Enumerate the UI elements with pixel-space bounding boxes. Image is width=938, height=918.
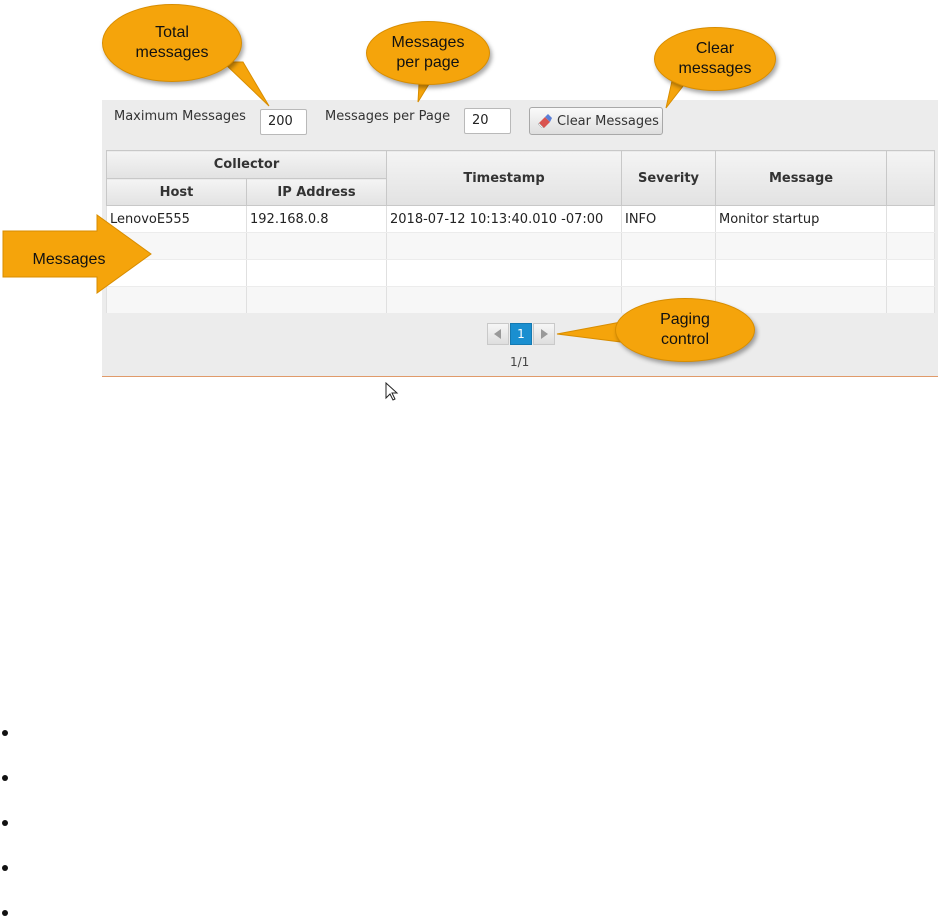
severity-cell <box>621 259 716 287</box>
messages-table: Collector Timestamp Severity Message Hos… <box>106 150 935 314</box>
page-number-button[interactable]: 1 <box>510 323 532 345</box>
page-info: 1/1 <box>510 355 530 369</box>
timestamp-cell <box>386 286 622 314</box>
clear-messages-button[interactable]: Clear Messages <box>529 107 663 135</box>
per-page-input[interactable]: 20 <box>464 108 511 134</box>
table-row[interactable] <box>106 286 935 314</box>
per-page-label: Messages per Page <box>325 109 451 124</box>
max-messages-label: Maximum Messages <box>114 109 246 124</box>
callout-total-messages: Total messages <box>102 4 242 82</box>
triangle-right-icon <box>541 329 548 339</box>
callout-messages-per-page: Messages per page <box>366 21 490 85</box>
message-cell <box>715 286 887 314</box>
callout-clear-messages: Clear messages <box>654 27 776 91</box>
severity-cell <box>621 232 716 260</box>
message-monitor-panel: Maximum Messages 200 Messages per Page 2… <box>102 100 938 401</box>
table-row[interactable] <box>106 232 935 260</box>
ip-address-cell: 192.168.0.8 <box>246 205 387 233</box>
message-cell <box>715 259 887 287</box>
ip-address-header[interactable]: IP Address <box>246 178 387 206</box>
table-row[interactable]: LenovoE555 192.168.0.8 2018-07-12 10:13:… <box>106 205 935 233</box>
timestamp-cell <box>386 259 622 287</box>
host-header[interactable]: Host <box>106 178 247 206</box>
paging-control: 1 <box>487 323 555 345</box>
filler-cell <box>886 232 935 260</box>
timestamp-cell <box>386 232 622 260</box>
bullet-point <box>2 865 8 871</box>
bullet-point <box>2 820 8 826</box>
max-messages-input[interactable]: 200 <box>260 109 307 135</box>
filler-header <box>886 150 935 206</box>
filler-cell <box>886 259 935 287</box>
message-cell <box>715 232 887 260</box>
message-cell: Monitor startup <box>715 205 887 233</box>
callout-paging-control: Paging control <box>615 298 755 362</box>
eraser-icon <box>538 114 552 128</box>
clear-messages-label: Clear Messages <box>557 113 659 129</box>
next-page-button[interactable] <box>533 323 555 345</box>
bullet-point <box>2 910 8 916</box>
timestamp-header[interactable]: Timestamp <box>386 150 622 206</box>
severity-header[interactable]: Severity <box>621 150 716 206</box>
ip-address-cell <box>246 232 387 260</box>
ip-address-cell <box>246 259 387 287</box>
mouse-pointer-icon <box>385 382 399 401</box>
bullet-point <box>2 775 8 781</box>
filler-cell <box>886 205 935 233</box>
callout-messages: Messages <box>32 251 106 268</box>
timestamp-cell: 2018-07-12 10:13:40.010 -07:00 <box>386 205 622 233</box>
bullet-point <box>2 730 8 736</box>
filler-cell <box>886 286 935 314</box>
previous-page-button[interactable] <box>487 323 509 345</box>
message-header[interactable]: Message <box>715 150 887 206</box>
severity-cell: INFO <box>621 205 716 233</box>
ip-address-cell <box>246 286 387 314</box>
triangle-left-icon <box>494 329 501 339</box>
collector-group-header: Collector <box>106 150 387 179</box>
table-row[interactable] <box>106 259 935 287</box>
